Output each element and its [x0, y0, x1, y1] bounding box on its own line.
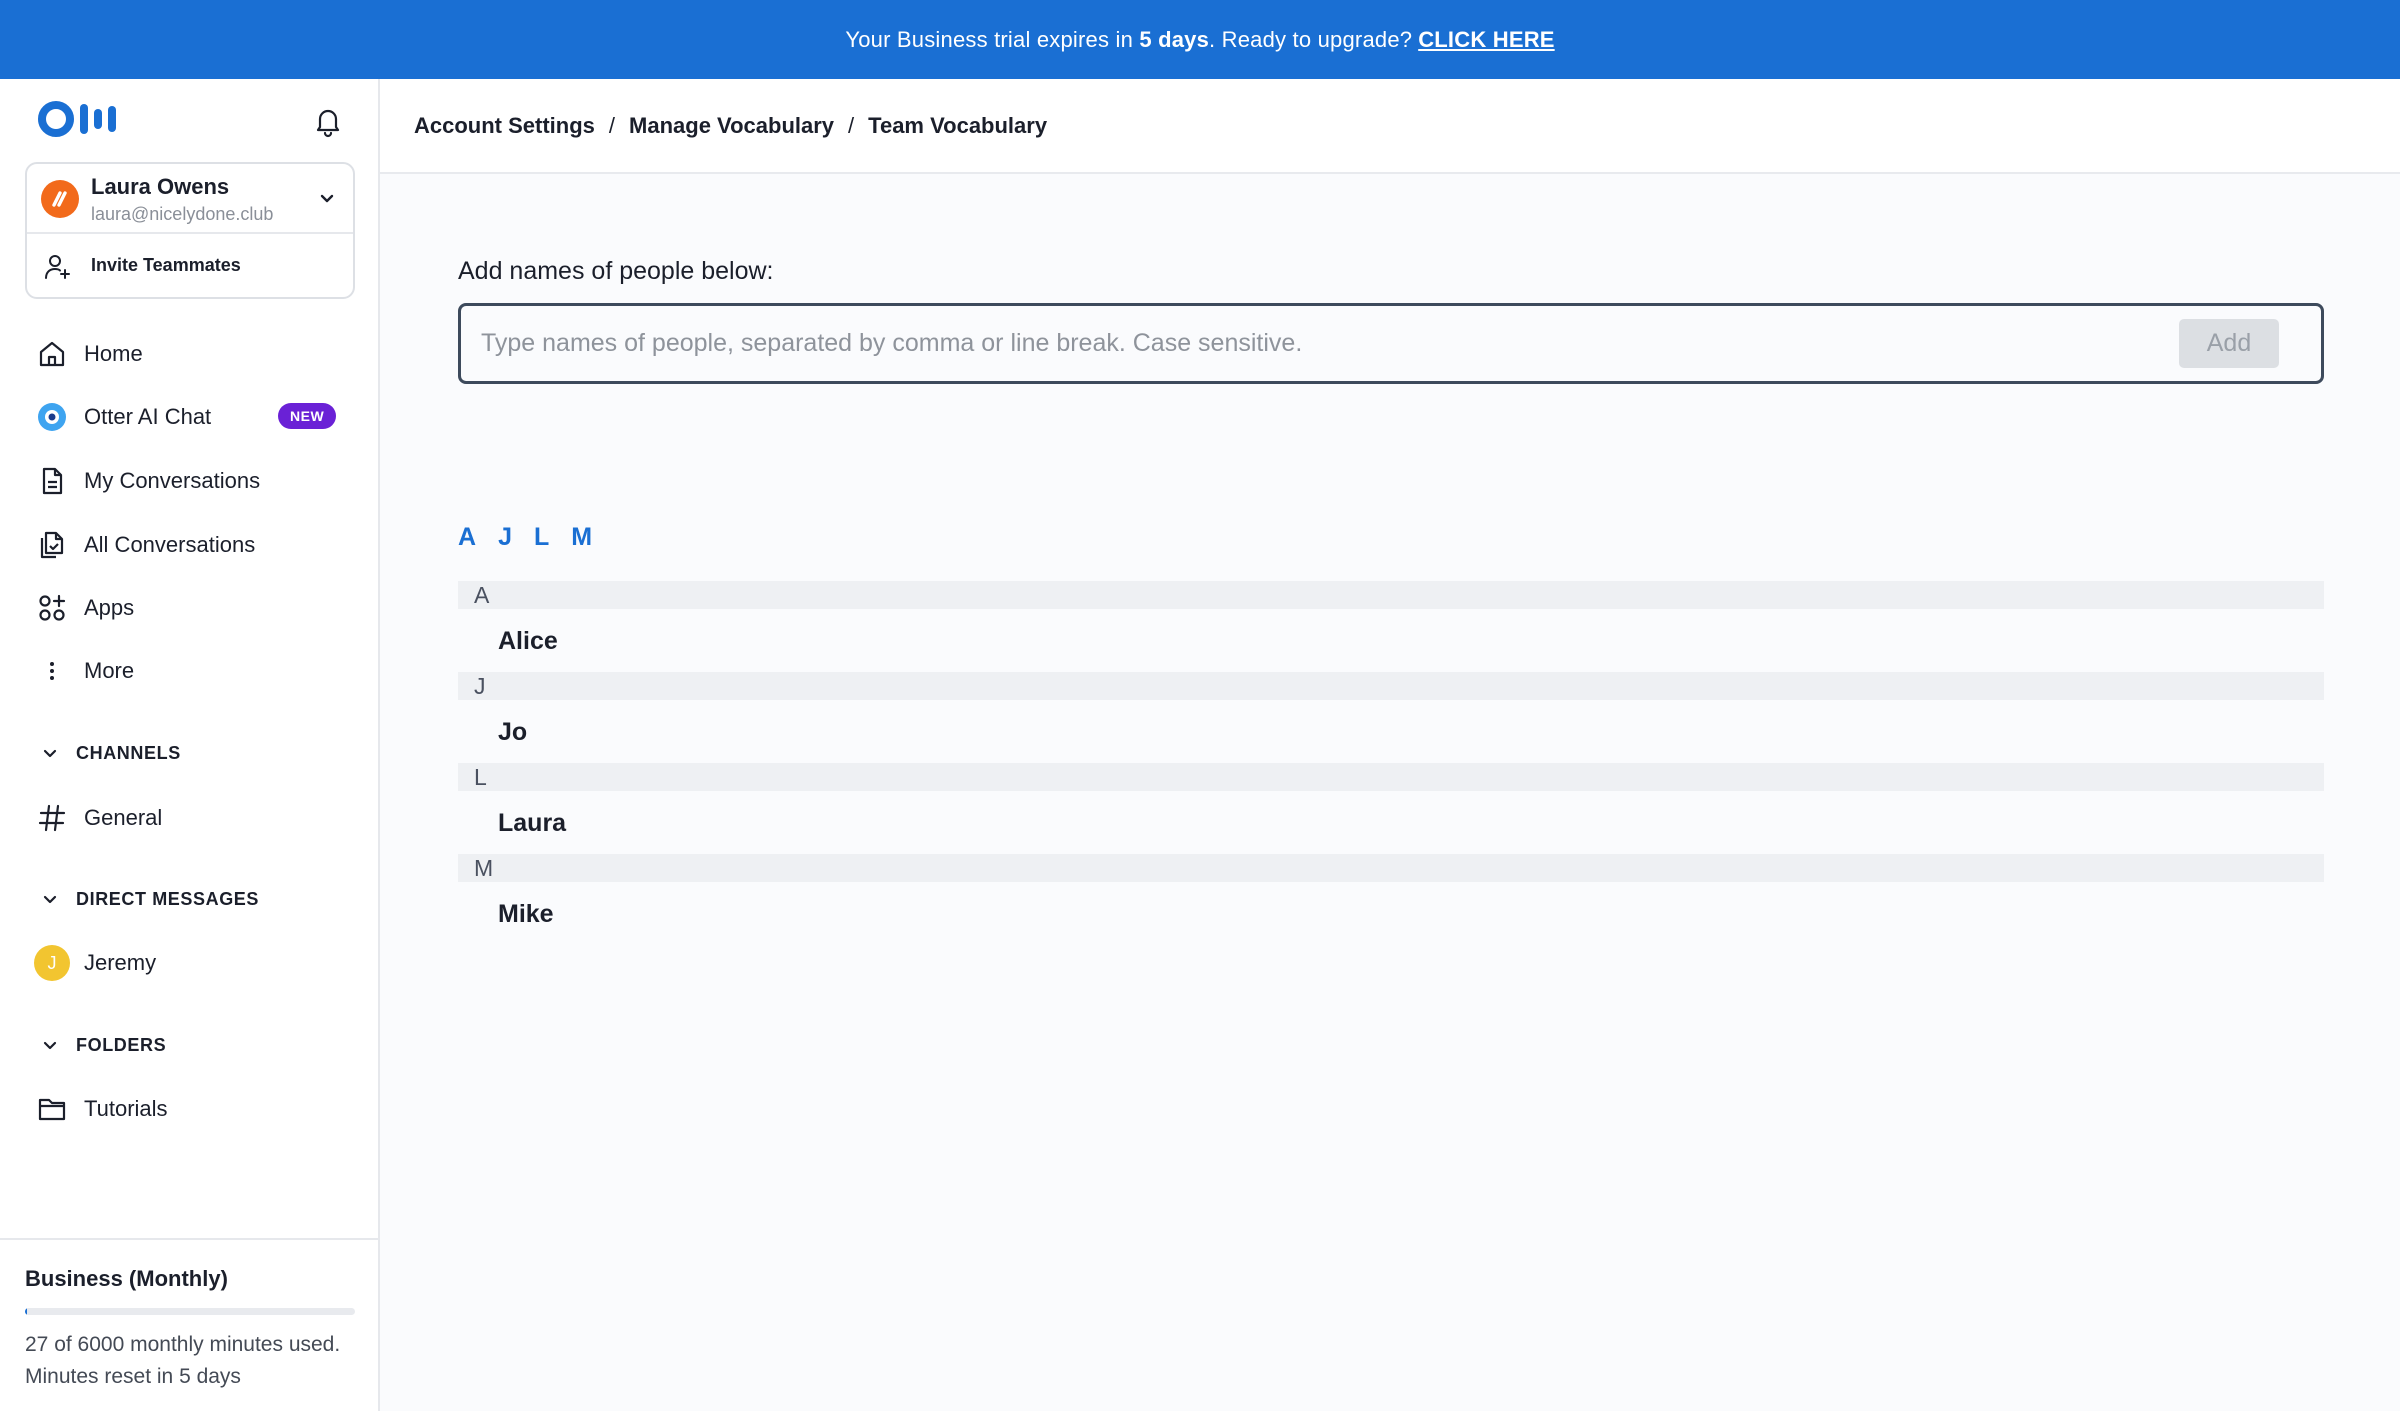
bell-icon[interactable] — [310, 103, 346, 139]
alpha-link-j[interactable]: J — [498, 523, 512, 552]
documents-icon — [34, 527, 70, 563]
apps-icon — [34, 590, 70, 626]
alpha-link-l[interactable]: L — [534, 523, 549, 552]
add-names-label: Add names of people below: — [458, 257, 774, 285]
home-icon — [34, 336, 70, 372]
folder-tutorials-label: Tutorials — [84, 1096, 168, 1121]
add-button[interactable]: Add — [2179, 319, 2279, 368]
usage-progress-bar — [25, 1308, 355, 1315]
plan-title: Business (Monthly) — [25, 1266, 228, 1291]
nav-home-label: Home — [84, 341, 143, 366]
usage-progress-fill — [25, 1308, 27, 1315]
alpha-link-m[interactable]: M — [571, 523, 592, 552]
vocab-item: Alice — [498, 627, 558, 655]
account-switcher[interactable]: Laura Owens laura@nicelydone.club — [27, 164, 353, 234]
chevron-down-icon — [320, 194, 334, 203]
otter-chat-icon — [34, 399, 70, 435]
breadcrumb-manage-vocabulary[interactable]: Manage Vocabulary — [629, 113, 834, 139]
nav-home[interactable]: Home — [38, 334, 348, 374]
add-names-box: Add — [458, 303, 2324, 384]
channels-heading: CHANNELS — [76, 742, 181, 763]
folder-icon — [34, 1091, 70, 1127]
otter-logo[interactable] — [38, 101, 116, 137]
main-content: Account Settings / Manage Vocabulary / T… — [380, 79, 2400, 1411]
chevron-down-icon — [43, 1041, 57, 1050]
avatar: J — [34, 945, 70, 981]
upgrade-link[interactable]: CLICK HERE — [1418, 27, 1554, 53]
invite-teammates-button[interactable]: Invite Teammates — [27, 234, 353, 297]
account-name: Laura Owens — [91, 174, 230, 199]
nav-otter-ai-chat[interactable]: Otter AI Chat NEW — [38, 397, 348, 437]
nav-apps-label: Apps — [84, 595, 135, 620]
usage-text: 27 of 6000 monthly minutes used. Minutes… — [25, 1333, 341, 1388]
breadcrumb: Account Settings / Manage Vocabulary / T… — [380, 79, 2400, 174]
new-badge: NEW — [278, 403, 337, 429]
names-input[interactable] — [481, 316, 2161, 371]
direct-messages-section-toggle[interactable]: DIRECT MESSAGES — [42, 884, 259, 914]
vocab-item: Jo — [498, 718, 528, 746]
nav-more[interactable]: More — [38, 651, 348, 691]
channels-section-toggle[interactable]: CHANNELS — [42, 738, 181, 768]
breadcrumb-team-vocabulary: Team Vocabulary — [868, 112, 1048, 138]
nav-my-conversations[interactable]: My Conversations — [38, 461, 348, 501]
sidebar: Laura Owens laura@nicelydone.club Invite… — [0, 79, 380, 1411]
dm-jeremy-label: Jeremy — [84, 950, 157, 975]
chevron-down-icon — [43, 749, 57, 758]
chevron-down-icon — [43, 895, 57, 904]
group-header-m: M — [458, 854, 2324, 882]
nav-all-conversations-label: All Conversations — [84, 532, 256, 557]
account-email: laura@nicelydone.club — [91, 204, 274, 224]
nav-apps[interactable]: Apps — [38, 588, 348, 628]
breadcrumb-separator: / — [848, 112, 855, 138]
add-user-icon — [45, 255, 70, 279]
vocab-item: Mike — [498, 900, 554, 928]
dm-avatar-initial: J — [34, 945, 70, 981]
banner-text-before: Your Business trial expires in — [845, 26, 1140, 52]
alphabet-nav: A J L M — [458, 523, 592, 552]
logo-bar — [80, 104, 88, 134]
group-header-l: L — [458, 763, 2324, 791]
document-icon — [34, 463, 70, 499]
logo-bar — [94, 109, 102, 129]
channel-general-label: General — [84, 805, 163, 830]
plan-usage: Business (Monthly) 27 of 6000 monthly mi… — [0, 1238, 378, 1411]
logo-ring — [38, 101, 74, 137]
nav-all-conversations[interactable]: All Conversations — [38, 525, 348, 565]
alpha-link-a[interactable]: A — [458, 523, 476, 552]
logo-bar — [108, 106, 116, 132]
nav-my-conversations-label: My Conversations — [84, 468, 261, 493]
hash-icon — [34, 800, 70, 836]
folder-tutorials[interactable]: Tutorials — [38, 1089, 348, 1129]
vocab-item: Laura — [498, 809, 567, 837]
trial-banner: Your Business trial expires in 5 days. R… — [0, 0, 2400, 79]
direct-messages-heading: DIRECT MESSAGES — [76, 888, 260, 909]
folders-section-toggle[interactable]: FOLDERS — [42, 1030, 166, 1060]
banner-text-after: . Ready to upgrade? — [1209, 26, 1413, 52]
banner-days: 5 days — [1139, 26, 1210, 52]
banner-text: Your Business trial expires in 5 days. R… — [845, 27, 1412, 53]
nav-more-label: More — [84, 658, 135, 683]
nav-otter-ai-chat-label: Otter AI Chat — [84, 404, 212, 429]
channel-general[interactable]: General — [38, 798, 348, 838]
breadcrumb-separator: / — [608, 112, 616, 138]
group-header-j: J — [458, 672, 2324, 700]
more-vertical-icon — [34, 653, 70, 689]
breadcrumb-account-settings[interactable]: Account Settings — [414, 113, 595, 139]
folders-heading: FOLDERS — [76, 1034, 167, 1055]
dm-jeremy[interactable]: J Jeremy — [34, 943, 348, 983]
group-header-a: A — [458, 581, 2324, 609]
account-card: Laura Owens laura@nicelydone.club Invite… — [25, 162, 355, 299]
invite-label: Invite Teammates — [91, 255, 241, 275]
account-avatar — [41, 180, 79, 218]
